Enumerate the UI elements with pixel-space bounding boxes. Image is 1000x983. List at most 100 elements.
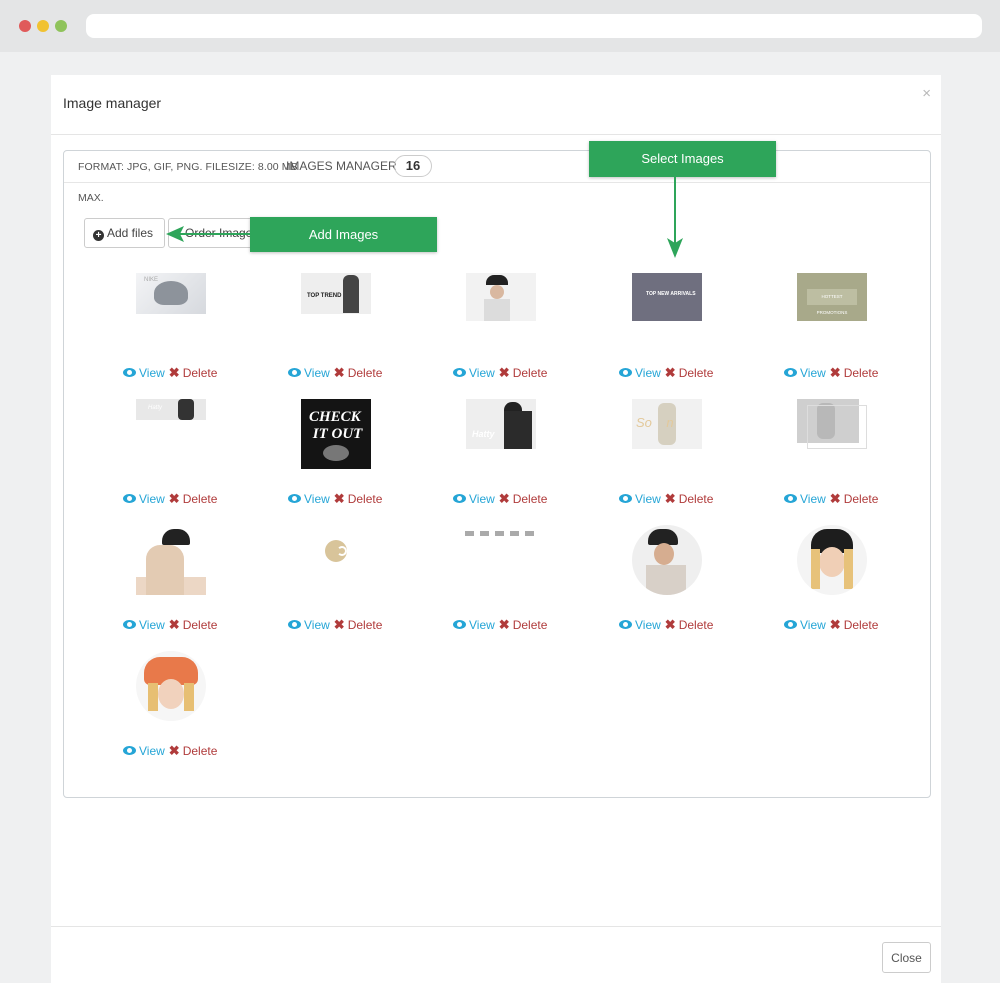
delete-link[interactable]: ✖ Delete <box>664 491 714 506</box>
image-actions: View ✖ Delete <box>619 365 739 381</box>
delete-link[interactable]: ✖ Delete <box>664 365 714 380</box>
window-close-dot[interactable] <box>19 20 31 32</box>
eye-icon <box>288 620 301 629</box>
add-files-button[interactable]: + Add files <box>84 218 165 248</box>
view-link[interactable]: View <box>453 366 495 380</box>
man-cap-avatar-thumbnail[interactable] <box>632 525 702 595</box>
so-cool-banner-thumbnail[interactable]: So n <box>632 399 702 449</box>
payment-icons-thumbnail[interactable] <box>465 531 537 537</box>
eye-icon <box>784 368 797 377</box>
logo-mark-thumbnail[interactable] <box>325 540 347 562</box>
top-trend-banner-thumbnail[interactable]: TOP TREND <box>301 273 371 314</box>
image-actions: View ✖ Delete <box>784 617 904 633</box>
close-icon[interactable]: × <box>922 85 931 102</box>
eye-icon <box>784 620 797 629</box>
woman-bucket-hat-photo-thumbnail[interactable] <box>136 525 206 595</box>
order-image-box-button[interactable]: Order Image Box <box>168 218 260 248</box>
delete-label: Delete <box>843 618 879 632</box>
image-actions: View ✖ Delete <box>288 491 408 507</box>
woman-black-hat-avatar-thumbnail[interactable] <box>797 525 867 595</box>
delete-link[interactable]: ✖ Delete <box>499 365 548 380</box>
man-grey-cap-banner-thumbnail[interactable] <box>797 399 867 449</box>
panel-header: FORMAT: JPG, GIF, PNG. FILESIZE: 8.00 MB… <box>64 151 930 183</box>
delete-link[interactable]: ✖ Delete <box>665 617 714 632</box>
hottest-promotions-banner-thumbnail[interactable]: HOTTEST PROMOTIONS <box>797 273 867 321</box>
times-icon: ✖ <box>829 617 841 632</box>
view-link[interactable]: View <box>453 618 495 632</box>
check-it-out-banner-thumbnail[interactable]: CHECK IT OUT <box>301 399 371 469</box>
view-label: View <box>139 744 165 758</box>
view-label: View <box>139 366 165 380</box>
delete-link[interactable]: ✖ Delete <box>499 617 548 632</box>
delete-link[interactable]: ✖ Delete <box>169 365 218 380</box>
product-cap-banner-thumbnail[interactable]: NIKE <box>136 273 206 314</box>
delete-label: Delete <box>182 618 218 632</box>
man-cap-photo-thumbnail[interactable] <box>466 273 536 321</box>
images-manager-label: IMAGES MANAGER <box>286 159 397 173</box>
view-link[interactable]: View <box>784 618 826 632</box>
view-link[interactable]: View <box>288 366 330 380</box>
view-link[interactable]: View <box>453 492 495 506</box>
delete-label: Delete <box>182 492 218 506</box>
delete-link[interactable]: ✖ Delete <box>333 491 383 506</box>
delete-link[interactable]: ✖ Delete <box>168 743 218 758</box>
image-actions: View ✖ Delete <box>784 365 904 381</box>
view-label: View <box>469 366 495 380</box>
view-label: View <box>139 618 165 632</box>
times-icon: ✖ <box>498 491 510 506</box>
delete-link[interactable]: ✖ Delete <box>829 617 879 632</box>
eye-icon <box>619 368 632 377</box>
view-link[interactable]: View <box>619 366 661 380</box>
delete-link[interactable]: ✖ Delete <box>169 617 218 632</box>
view-label: View <box>469 492 495 506</box>
view-link[interactable]: View <box>123 492 165 506</box>
view-link[interactable]: View <box>784 492 826 506</box>
times-icon: ✖ <box>664 491 676 506</box>
view-label: View <box>800 618 826 632</box>
delete-link[interactable]: ✖ Delete <box>830 365 879 380</box>
delete-link[interactable]: ✖ Delete <box>334 365 383 380</box>
view-link[interactable]: View <box>123 366 165 380</box>
delete-label: Delete <box>347 618 383 632</box>
new-arrivals-banner-thumbnail[interactable]: TOP NEW ARRIVALS <box>632 273 702 321</box>
times-icon: ✖ <box>168 743 180 758</box>
window-maximize-dot[interactable] <box>55 20 67 32</box>
window-minimize-dot[interactable] <box>37 20 49 32</box>
view-label: View <box>139 492 165 506</box>
modal-footer-divider <box>51 926 941 927</box>
eye-icon <box>123 746 136 755</box>
image-actions: View ✖ Delete <box>123 491 243 507</box>
close-button[interactable]: Close <box>882 942 931 973</box>
eye-icon <box>288 368 301 377</box>
eye-icon <box>784 494 797 503</box>
view-link[interactable]: View <box>123 618 165 632</box>
eye-icon <box>288 494 301 503</box>
view-link[interactable]: View <box>784 366 826 380</box>
view-link[interactable]: View <box>288 618 330 632</box>
max-text: MAX. <box>78 192 104 204</box>
view-label: View <box>800 492 826 506</box>
woman-orange-hat-avatar-thumbnail[interactable] <box>136 651 206 721</box>
view-link[interactable]: View <box>123 744 165 758</box>
delete-link[interactable]: ✖ Delete <box>334 617 383 632</box>
new-arrivals-hatty-banner-thumbnail[interactable]: Hatty <box>466 399 536 449</box>
slim-banner-thumbnail[interactable]: Hatty <box>136 399 206 420</box>
view-link[interactable]: View <box>288 492 330 506</box>
view-label: View <box>635 492 661 506</box>
times-icon: ✖ <box>333 491 345 506</box>
view-link[interactable]: View <box>619 618 661 632</box>
image-actions: View ✖ Delete <box>123 617 243 633</box>
view-link[interactable]: View <box>619 492 661 506</box>
times-icon: ✖ <box>664 365 676 380</box>
view-label: View <box>304 618 330 632</box>
delete-link[interactable]: ✖ Delete <box>498 491 548 506</box>
delete-link[interactable]: ✖ Delete <box>169 491 218 506</box>
browser-chrome <box>0 0 1000 52</box>
address-bar[interactable] <box>86 14 982 38</box>
delete-link[interactable]: ✖ Delete <box>830 491 879 506</box>
view-label: View <box>304 366 330 380</box>
image-count-badge: 16 <box>394 155 432 177</box>
delete-label: Delete <box>678 618 714 632</box>
image-actions: View ✖ Delete <box>619 617 739 633</box>
eye-icon <box>453 368 466 377</box>
